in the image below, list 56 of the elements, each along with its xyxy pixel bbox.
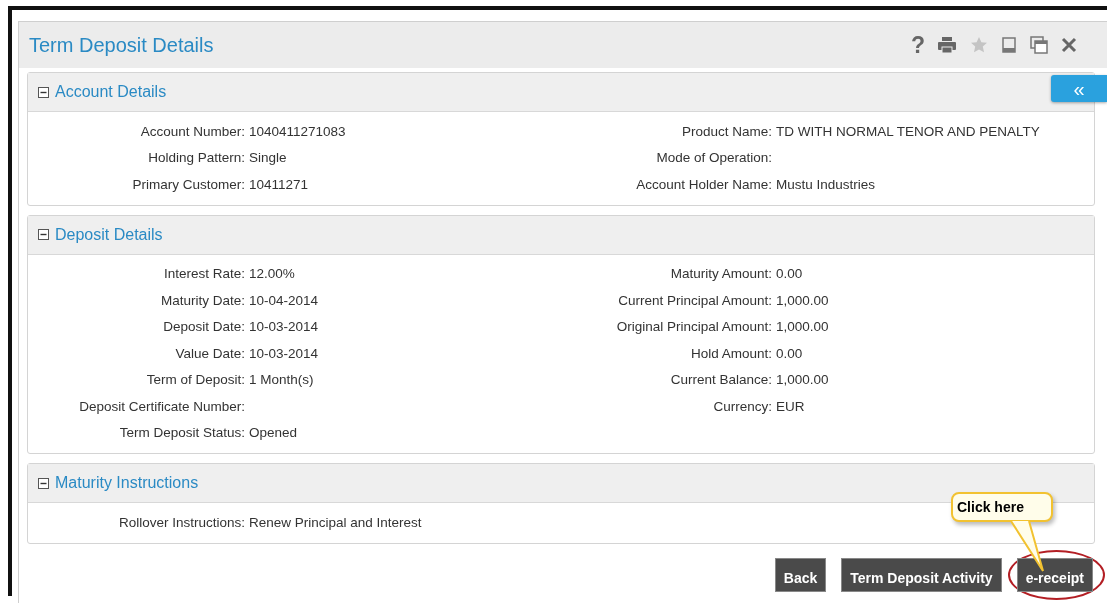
field-label: Interest Rate:	[162, 266, 245, 282]
window-title: Term Deposit Details	[29, 33, 214, 57]
callout-text: Click here	[957, 499, 1024, 515]
field-label: Deposit Date:	[162, 319, 245, 335]
field-value: 1,000.00	[776, 372, 830, 388]
field-value: Mustu Industries	[776, 176, 877, 192]
field-label: Deposit Certificate Number:	[78, 398, 245, 414]
field-value: TD WITH NORMAL TENOR AND PENALTY	[776, 123, 1041, 139]
field-label: Maturity Amount:	[669, 266, 772, 282]
field-label: Currency:	[712, 398, 772, 414]
field-value: Single	[249, 150, 288, 166]
field-label: Original Principal Amount:	[615, 319, 772, 335]
field-value: 0.00	[776, 345, 804, 361]
field-label: Hold Amount:	[689, 345, 772, 361]
field-label: Current Balance:	[669, 372, 772, 388]
field-value: 10-03-2014	[249, 345, 320, 361]
field-value: 1,000.00	[776, 319, 830, 335]
field-label: Term of Deposit:	[145, 372, 245, 388]
field-label: Product Name:	[680, 123, 772, 139]
field-label: Holding Pattern:	[147, 150, 245, 166]
collapse-icon[interactable]	[38, 229, 49, 240]
print-icon[interactable]	[935, 35, 959, 55]
field-value: 0.00	[776, 266, 804, 282]
close-icon[interactable]	[1059, 35, 1079, 55]
collapse-icon[interactable]	[38, 477, 49, 489]
action-button[interactable]: e-receipt	[1016, 557, 1093, 592]
collapse-icon[interactable]	[38, 86, 49, 98]
star-icon[interactable]	[969, 35, 989, 55]
field-label: Account Number:	[139, 123, 245, 139]
field-label: Term Deposit Status:	[118, 425, 245, 441]
field-value: 1040411271083	[249, 123, 347, 139]
field-value: 10411271	[249, 176, 310, 192]
action-button[interactable]: Term Deposit Activity	[841, 557, 1002, 592]
section-title[interactable]: Account Details	[55, 83, 167, 101]
field-label: Rollover Instructions:	[117, 514, 245, 530]
field-value: 1,000.00	[776, 292, 830, 308]
help-button[interactable]: ?	[910, 31, 925, 59]
field-value: 10-03-2014	[249, 319, 320, 335]
field-value: 1 Month(s)	[249, 372, 315, 388]
action-button[interactable]: Back	[774, 557, 827, 592]
minimize-icon[interactable]	[999, 35, 1019, 55]
field-label: Maturity Date:	[159, 292, 245, 308]
field-label: Value Date:	[174, 345, 245, 361]
windows-icon[interactable]	[1029, 35, 1049, 55]
field-label: Mode of Operation:	[655, 150, 772, 166]
field-value: Renew Principal and Interest	[249, 514, 423, 530]
field-value: 10-04-2014	[249, 292, 320, 308]
field-label: Primary Customer:	[131, 176, 245, 192]
field-value: Opened	[249, 425, 299, 441]
field-value: 12.00%	[249, 266, 296, 282]
collapse-panel-button[interactable]: «	[1051, 75, 1107, 102]
field-label: Current Principal Amount:	[617, 292, 772, 308]
section-title[interactable]: Deposit Details	[55, 225, 163, 244]
field-value: EUR	[776, 398, 806, 414]
section-title[interactable]: Maturity Instructions	[55, 474, 199, 492]
field-label: Account Holder Name:	[635, 176, 772, 192]
